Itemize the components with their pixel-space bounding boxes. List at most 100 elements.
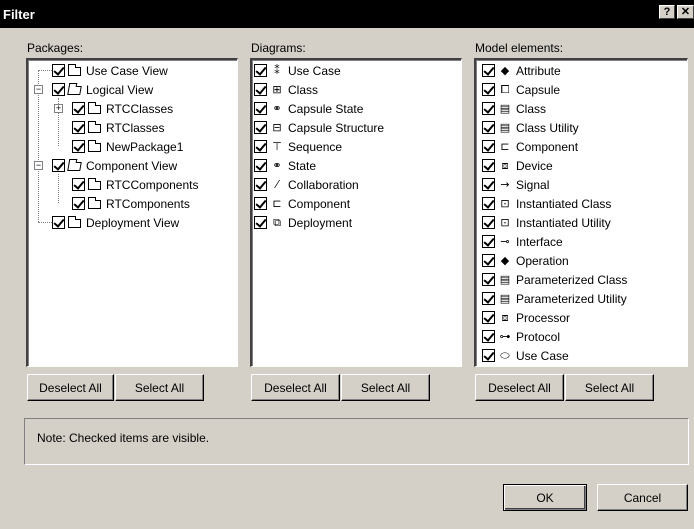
checkbox[interactable]: [482, 159, 495, 172]
checkbox[interactable]: [72, 121, 85, 134]
list-item[interactable]: → Signal: [482, 175, 549, 194]
list-item[interactable]: ⊸ Interface: [482, 232, 563, 251]
checkbox[interactable]: [482, 273, 495, 286]
packages-label: Packages:: [27, 41, 84, 55]
checkbox[interactable]: [482, 102, 495, 115]
model-elements-label: Model elements:: [475, 41, 564, 55]
parameterized-class-icon: ▤: [499, 273, 511, 286]
checkbox[interactable]: [482, 197, 495, 210]
list-item[interactable]: ◆ Operation: [482, 251, 569, 270]
diagrams-list[interactable]: ⁑ Use Case ⊞ Class ⚭ Capsule State ⊟ Capsule…: [250, 58, 462, 367]
checkbox[interactable]: [254, 140, 267, 153]
package-icon: [87, 120, 103, 135]
list-item[interactable]: ⧠ Capsule: [482, 80, 560, 99]
cancel-button[interactable]: Cancel: [597, 484, 688, 511]
checkbox[interactable]: [254, 159, 267, 172]
checkbox[interactable]: [72, 140, 85, 153]
list-item[interactable]: ⊡ Instantiated Class: [482, 194, 611, 213]
checkbox[interactable]: [482, 330, 495, 343]
checkbox[interactable]: [482, 140, 495, 153]
model-elements-deselect-all-button[interactable]: Deselect All: [475, 374, 564, 401]
list-item[interactable]: ⁑ Use Case: [254, 61, 341, 80]
list-item[interactable]: ▤ Class: [482, 99, 546, 118]
checkbox[interactable]: [482, 235, 495, 248]
checkbox[interactable]: [254, 102, 267, 115]
tree-item-rtcclasses[interactable]: RTCClasses: [72, 99, 173, 118]
list-item[interactable]: ⊤ Sequence: [254, 137, 342, 156]
ok-button[interactable]: OK: [503, 484, 587, 511]
checkbox[interactable]: [254, 121, 267, 134]
tree-item-rtcomponents[interactable]: RTComponents: [72, 194, 190, 213]
checkbox[interactable]: [482, 178, 495, 191]
interface-icon: ⊸: [500, 235, 510, 248]
tree-item-logical-view[interactable]: Logical View: [52, 80, 153, 99]
packages-tree[interactable]: Use Case View − Logical View + RTCClasse…: [26, 58, 238, 367]
list-item[interactable]: ⧈ Device: [482, 156, 553, 175]
note-text: Note: Checked items are visible.: [37, 431, 210, 445]
packages-deselect-all-button[interactable]: Deselect All: [27, 374, 114, 401]
checkbox[interactable]: [482, 83, 495, 96]
tree-item-rtccomponents[interactable]: RTCComponents: [72, 175, 198, 194]
checkbox[interactable]: [482, 64, 495, 77]
checkbox[interactable]: [482, 292, 495, 305]
tree-item-component-view[interactable]: Component View: [52, 156, 177, 175]
list-item[interactable]: ⊡ Instantiated Utility: [482, 213, 611, 232]
packages-select-all-button[interactable]: Select All: [115, 374, 204, 401]
checkbox[interactable]: [254, 197, 267, 210]
checkbox[interactable]: [72, 197, 85, 210]
help-button[interactable]: ?: [659, 5, 675, 19]
checkbox[interactable]: [52, 83, 65, 96]
capsule-state-icon: ⚭: [272, 102, 282, 115]
list-item[interactable]: ◆ Attribute: [482, 61, 561, 80]
checkbox[interactable]: [52, 64, 65, 77]
expand-icon[interactable]: +: [54, 104, 63, 113]
list-item[interactable]: ⚭ State: [254, 156, 316, 175]
list-item[interactable]: ▤ Class Utility: [482, 118, 579, 137]
folder-icon: [67, 215, 83, 230]
list-item[interactable]: ⚭ Capsule State: [254, 99, 363, 118]
checkbox[interactable]: [254, 216, 267, 229]
list-item[interactable]: ▤ Parameterized Class: [482, 270, 627, 289]
tree-item-deployment-view[interactable]: Deployment View: [52, 213, 179, 232]
checkbox[interactable]: [482, 216, 495, 229]
diagrams-deselect-all-button[interactable]: Deselect All: [251, 374, 340, 401]
use-case-diagram-icon: ⁑: [274, 64, 280, 77]
checkbox[interactable]: [254, 64, 267, 77]
list-item[interactable]: ▤ Parameterized Utility: [482, 289, 627, 308]
checkbox[interactable]: [482, 121, 495, 134]
folder-icon: [67, 63, 83, 78]
tree-item-rtclasses[interactable]: RTClasses: [72, 118, 164, 137]
model-elements-list[interactable]: ◆ Attribute ⧠ Capsule ▤ Class ▤ Class Utilit…: [474, 58, 688, 367]
checkbox[interactable]: [72, 178, 85, 191]
tree-item-newpackage1[interactable]: NewPackage1: [72, 137, 183, 156]
package-icon: [87, 101, 103, 116]
checkbox[interactable]: [254, 178, 267, 191]
list-item[interactable]: ⬭ Use Case: [482, 346, 569, 365]
checkbox[interactable]: [482, 254, 495, 267]
note-box: Note: Checked items are visible.: [24, 418, 689, 465]
list-item[interactable]: ⧈ Processor: [482, 308, 570, 327]
checkbox[interactable]: [52, 159, 65, 172]
checkbox[interactable]: [52, 216, 65, 229]
collapse-icon[interactable]: −: [34, 85, 43, 94]
diagrams-select-all-button[interactable]: Select All: [341, 374, 430, 401]
list-item[interactable]: ⊶ Protocol: [482, 327, 560, 346]
list-item[interactable]: ⊟ Capsule Structure: [254, 118, 384, 137]
list-item[interactable]: ⊏ Component: [254, 194, 350, 213]
list-item[interactable]: ⊞ Class: [254, 80, 318, 99]
signal-icon: →: [500, 178, 510, 191]
checkbox[interactable]: [482, 311, 495, 324]
collapse-icon[interactable]: −: [34, 161, 43, 170]
deployment-icon: ⧉: [273, 215, 281, 229]
class-icon: ▤: [499, 102, 511, 115]
model-elements-select-all-button[interactable]: Select All: [565, 374, 654, 401]
list-item[interactable]: ⧉ Deployment: [254, 213, 352, 232]
list-item[interactable]: ⁄ Collaboration: [254, 175, 359, 194]
checkbox[interactable]: [72, 102, 85, 115]
tree-item-use-case-view[interactable]: Use Case View: [52, 61, 168, 80]
package-icon: [87, 139, 103, 154]
checkbox[interactable]: [254, 83, 267, 96]
close-button[interactable]: ✕: [677, 5, 694, 19]
checkbox[interactable]: [482, 349, 495, 362]
list-item[interactable]: ⊏ Component: [482, 137, 578, 156]
